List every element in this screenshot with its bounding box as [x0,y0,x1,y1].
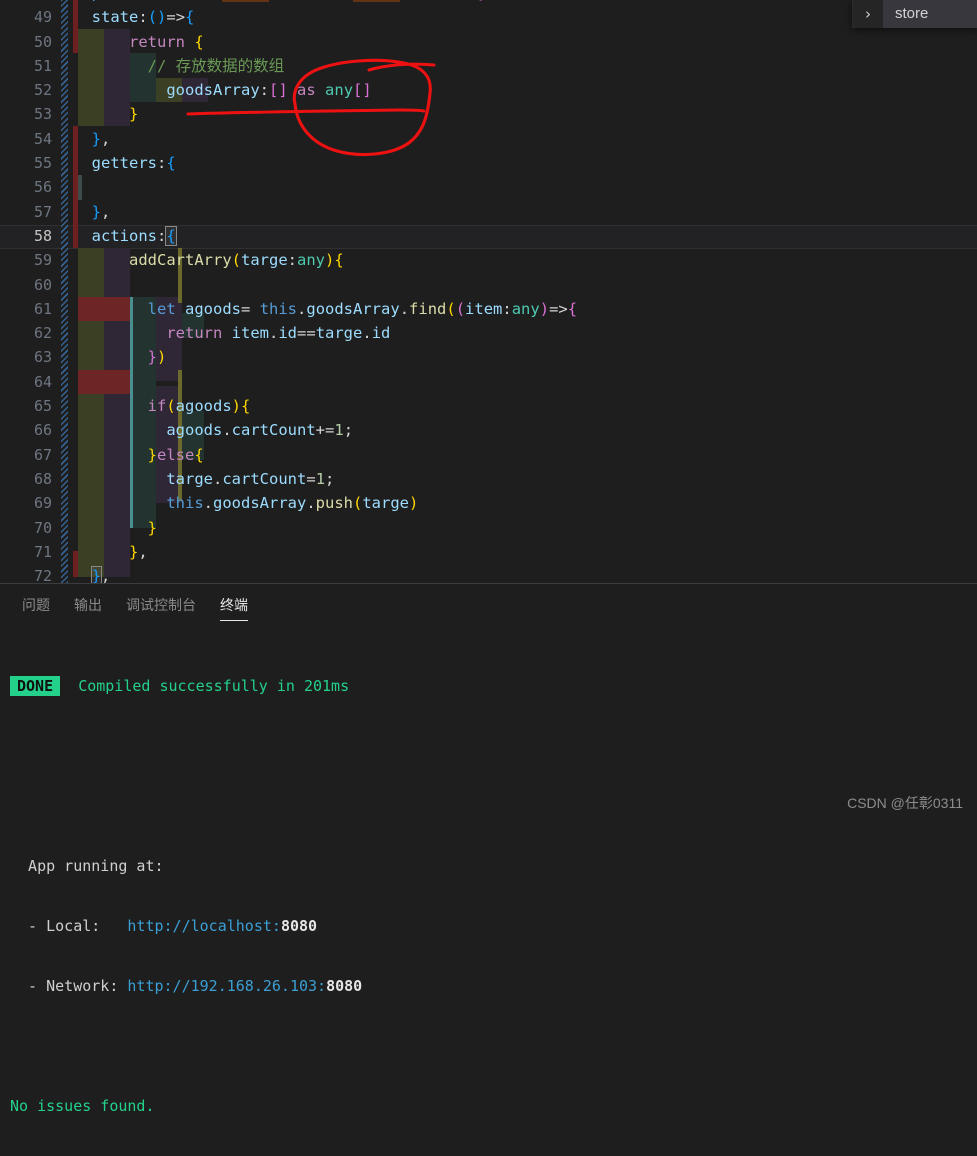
app-running-label: App running at: [10,857,164,875]
code-line[interactable]: 57 }, [0,200,977,224]
code-line[interactable]: 54 }, [0,127,977,151]
compile-status-message: Compiled successfully in 201ms [78,677,350,695]
line-number: 65 [33,397,52,416]
line-number: 58 [33,226,52,245]
code-line[interactable]: 51 // 存放数据的数组 [0,54,977,78]
code-text: }, [91,129,111,148]
line-number: 60 [33,275,52,294]
line-number: 53 [33,105,52,124]
vscode-window: 48 export const useStore = defineStore('… [0,0,977,1115]
code-line[interactable]: 60 [0,273,977,297]
line-number: 59 [33,251,52,270]
terminal-output[interactable]: DONE Compiled successfully in 201ms App … [0,624,977,1115]
line-number: 55 [33,154,52,173]
network-port[interactable]: 8080 [326,977,362,995]
code-line[interactable]: 66 agoods.cartCount+=1; [0,418,977,442]
csdn-watermark: CSDN @任彰0311 [847,795,963,811]
tab-terminal[interactable]: 终端 [208,585,260,623]
code-text: return item.id==targe.id [166,324,391,343]
line-number: 52 [33,81,52,100]
code-text: return { [129,32,204,51]
breadcrumb-popup[interactable]: › store [852,0,977,28]
code-line[interactable]: 69 this.goodsArray.push(targe) [0,491,977,515]
no-issues-message: No issues found. [10,1097,155,1115]
code-text: }else{ [147,445,204,464]
breadcrumb-item-store[interactable]: store [883,0,977,28]
code-line[interactable]: 59 addCartArry(targe:any){ [0,248,977,272]
bottom-panel: 问题 输出 调试控制台 终端 DONE Compiled successfull… [0,583,977,1115]
tab-output[interactable]: 输出 [62,585,114,623]
code-line[interactable]: 55 getters:{ [0,151,977,175]
line-number: 49 [33,8,52,27]
code-line[interactable]: 64 [0,370,977,394]
code-text: this.goodsArray.push(targe) [166,494,419,513]
code-text: let agoods= this.goodsArray.find((item:a… [147,299,578,318]
done-badge: DONE [10,676,61,696]
code-text: }, [73,564,110,583]
line-number: 70 [33,518,52,537]
code-text: } [129,105,139,124]
line-number: 72 [33,567,52,583]
local-url[interactable]: http://localhost: [127,917,281,935]
code-line[interactable]: 70 } [0,516,977,540]
network-label: - Network: [10,977,128,995]
code-line[interactable]: 52 goodsArray:[] as any[] [0,78,977,102]
chevron-right-icon: › [865,5,871,23]
line-number: 51 [33,56,52,75]
line-number: 64 [33,372,52,391]
code-text: agoods.cartCount+=1; [166,421,354,440]
code-line[interactable]: 71 }, [0,540,977,564]
line-number: 50 [33,32,52,51]
code-line[interactable]: 63 }) [0,345,977,369]
code-text: } [147,518,157,537]
code-line[interactable]: 49 state:()=>{ [0,5,977,29]
line-number: 62 [33,324,52,343]
local-port[interactable]: 8080 [281,917,317,935]
code-line[interactable]: 50 return { [0,30,977,54]
code-text: actions:{ [91,225,177,246]
network-url[interactable]: http://192.168.26.103: [127,977,326,995]
code-line[interactable]: 65 if(agoods){ [0,394,977,418]
line-number: 56 [33,178,52,197]
line-number: 66 [33,421,52,440]
code-line[interactable]: 67 }else{ [0,443,977,467]
line-number: 54 [33,129,52,148]
code-line[interactable]: 68 targe.cartCount=1; [0,467,977,491]
terminal-status-line: DONE Compiled successfully in 201ms [10,676,977,696]
tab-problems[interactable]: 问题 [10,585,62,623]
panel-tab-bar[interactable]: 问题 输出 调试控制台 终端 [0,584,260,624]
line-number: 57 [33,202,52,221]
code-text: getters:{ [91,154,176,173]
code-text: state:()=>{ [91,8,195,27]
code-line[interactable]: 56 [0,175,977,199]
code-line[interactable]: 72 }, [0,564,977,583]
local-url-line: - Local: http://localhost:8080 [10,916,977,936]
line-number: 61 [33,299,52,318]
code-text: }, [129,542,148,561]
code-text: // 存放数据的数组 [73,56,285,75]
code-line[interactable]: 61 let agoods= this.goodsArray.find((ite… [0,297,977,321]
code-text: }, [91,202,111,221]
line-number: 69 [33,494,52,513]
code-text: goodsArray:[] as any[] [166,81,372,100]
code-text: if(agoods){ [147,397,251,416]
line-number: 67 [33,445,52,464]
line-number: 63 [33,348,52,367]
code-text: }) [147,348,167,367]
line-number: 71 [33,542,52,561]
code-text: addCartArry(targe:any){ [129,251,344,270]
local-label: - Local: [10,917,128,935]
line-number: 68 [33,469,52,488]
network-url-line: - Network: http://192.168.26.103:8080 [10,976,977,996]
code-editor[interactable]: 48 export const useStore = defineStore('… [0,0,977,583]
code-line[interactable]: 58 actions:{ [0,224,977,248]
tab-debug-console[interactable]: 调试控制台 [114,585,208,623]
code-line[interactable]: 62 return item.id==targe.id [0,321,977,345]
code-text: targe.cartCount=1; [166,469,335,488]
code-lines[interactable]: 48 export const useStore = defineStore('… [0,0,977,583]
code-line[interactable]: 53 } [0,102,977,126]
